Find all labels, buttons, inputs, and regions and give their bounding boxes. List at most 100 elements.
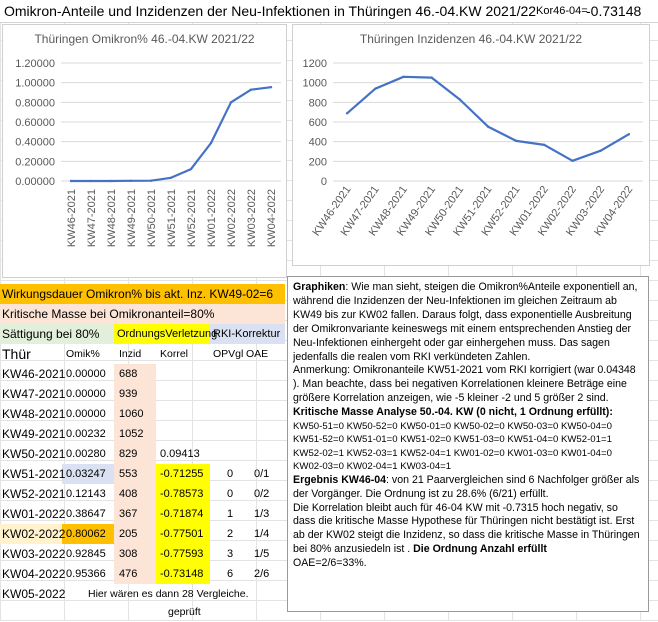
x-tick-label: KW47-2021 <box>86 189 98 247</box>
x-tick-label: KW50-2021 <box>146 189 158 247</box>
cell-opvgl: 0 <box>227 468 234 480</box>
cell-kw: KW50-2021 <box>2 447 66 461</box>
y-tick-label: 1.20000 <box>15 58 55 70</box>
inzidenz-chart[interactable]: Thüringen Inzidenzen 46.-04.KW 2021/22 0 2… <box>292 24 650 266</box>
chart-title: Thüringen Omikron% 46.-04.KW 2021/22 <box>34 32 254 46</box>
cell-omik: 0.80062 <box>66 528 106 540</box>
cell-kw: KW51-2021 <box>2 467 66 481</box>
y-tick-label: 0.20000 <box>15 156 55 168</box>
table-header: Thür Omik% Inzid Korrel OPVgl OAE <box>0 344 285 364</box>
data-point <box>189 167 193 171</box>
y-tick-label: 200 <box>309 156 327 168</box>
omikron-chart-svg: Thüringen Omikron% 46.-04.KW 2021/22 0.00… <box>15 32 281 247</box>
cell-oae: 1/5 <box>254 548 270 560</box>
y-tick-label: 0.40000 <box>15 137 55 149</box>
x-tick-label: KW52-2021 <box>186 189 198 247</box>
data-point <box>402 75 405 78</box>
cell-opvgl: 6 <box>227 568 234 580</box>
data-point <box>543 143 546 147</box>
notes-graphiken: Graphiken: Wie man sieht, steigen die Om… <box>293 281 638 363</box>
cell-korrel: -0.77593 <box>160 548 204 560</box>
data-point <box>109 179 113 183</box>
correlation-label: Kor46-04= <box>536 5 588 17</box>
notes-korrelation: Die Korrelation bleibt auch für 46-04 KW… <box>293 501 640 556</box>
x-tick-label: KW02-2022 <box>226 189 238 247</box>
page-title: Omikron-Anteile und Inzidenzen der Neu-I… <box>4 3 537 19</box>
y-tick-label: 1000 <box>303 78 327 90</box>
ordnungsverletzung-text: OrdnungsVerletzung <box>117 328 218 340</box>
cell-kw: KW02-2022 <box>2 527 66 541</box>
data-point <box>229 101 233 104</box>
cell-inzid: 829 <box>119 448 138 460</box>
notes-anmerkung: Anmerkung: Omikronanteile KW51-2021 vom … <box>293 364 636 405</box>
cell-kw: KW46-2021 <box>2 367 66 381</box>
notes-analyse-title: Kritische Masse Analyse 50.-04. KW (0 ni… <box>293 406 613 419</box>
info-row-wirkungsdauer: Wirkungsdauer Omikron% bis akt. Inz. KW4… <box>0 284 285 304</box>
cell-korrel: -0.71255 <box>160 468 204 480</box>
info-row-kritische-masse: Kritische Masse bei Omikronanteil=80% <box>0 304 285 324</box>
cell-omik: 0.00000 <box>66 368 106 380</box>
info-row-saettigung: Sättigung bei 80% OrdnungsVerletzung RKI… <box>0 324 285 344</box>
cell-inzid: 1060 <box>119 408 144 420</box>
cell-oae: 0/2 <box>254 488 270 500</box>
y-tick-label: 0.00000 <box>15 176 55 188</box>
cell-omik: 0.00000 <box>66 388 106 400</box>
cell-kw: KW49-2021 <box>2 427 66 441</box>
y-tick-label: 0.60000 <box>15 117 55 129</box>
omikron-chart[interactable]: Thüringen Omikron% 46.-04.KW 2021/22 0.00… <box>2 24 287 278</box>
cell-omik: 0.00280 <box>66 448 106 460</box>
cell-omik: 0.12143 <box>66 488 106 500</box>
table-row: KW50-2021 0.00280 829 0.09413 <box>0 444 285 464</box>
cell-opvgl: 1 <box>227 508 234 520</box>
header-inzid: Inzid <box>119 348 142 360</box>
data-point <box>129 179 133 182</box>
cell-korrel: 0.09413 <box>160 448 200 460</box>
series-line <box>71 86 272 183</box>
cell-inzid: 308 <box>119 548 138 560</box>
y-tick-label: 0 <box>321 176 327 188</box>
table-row: KW01-2022 0.38647 367 -0.71874 1 1/3 <box>0 504 285 524</box>
x-tick-label: KW04-2022 <box>266 189 278 247</box>
table-row: KW52-2021 0.12143 408 -0.78573 0 0/2 <box>0 484 285 504</box>
cell-inzid: 1052 <box>119 428 144 440</box>
cell-opvgl: 2 <box>227 528 234 540</box>
rki-korrektur-text: RKI-Korrektur <box>213 328 281 340</box>
header-oae: OAE <box>246 348 269 360</box>
kw05-note: Hier wären es dann 28 Vergleiche. <box>88 588 249 600</box>
cell-oae: 1/3 <box>254 508 270 520</box>
notes-textbox[interactable]: Graphiken: Wie man sieht, steigen die Om… <box>287 276 649 612</box>
cell-inzid: 553 <box>119 468 138 480</box>
data-point <box>169 176 173 180</box>
cell-kw: KW04-2022 <box>2 567 66 581</box>
cell-kw: KW52-2021 <box>2 487 66 501</box>
cell-kw: KW03-2022 <box>2 547 66 561</box>
title-bar: Omikron-Anteile und Inzidenzen der Neu-I… <box>0 0 658 23</box>
cell-inzid: 408 <box>119 488 138 500</box>
cell-korrel: -0.71874 <box>160 508 204 520</box>
x-tick-label: KW48-2021 <box>106 189 118 247</box>
data-point <box>458 98 462 101</box>
notes-pair-comparisons: KW50-51=0 KW50-52=0 KW50-01=0 KW50-02=0 … <box>293 421 612 473</box>
y-tick-label: 800 <box>309 97 327 109</box>
table-row: KW48-2021 0.00000 1060 <box>0 404 285 424</box>
cell-inzid: 939 <box>119 388 138 400</box>
cell-korrel: -0.73148 <box>160 568 204 580</box>
chart-title: Thüringen Inzidenzen 46.-04.KW 2021/22 <box>360 32 582 46</box>
table-row: KW04-2022 0.95366 476 -0.73148 6 2/6 <box>0 564 285 584</box>
data-point <box>249 88 253 91</box>
y-tick-label: 1.00000 <box>15 78 55 90</box>
series-line <box>346 75 630 162</box>
data-point <box>345 112 349 115</box>
saettigung-text: Sättigung bei 80% <box>2 327 100 341</box>
cell-inzid: 205 <box>119 528 138 540</box>
kritische-masse-text: Kritische Masse bei Omikronanteil=80% <box>2 307 215 321</box>
data-point <box>514 139 518 143</box>
data-point <box>486 125 490 128</box>
data-point <box>627 132 631 136</box>
kw05-label: KW05-2022 <box>2 587 66 601</box>
header-korrel: Korrel <box>160 348 189 360</box>
cell-omik: 0.38647 <box>66 508 106 520</box>
cell-inzid: 367 <box>119 508 138 520</box>
data-point <box>209 141 213 145</box>
cell-omik: 0.00000 <box>66 408 106 420</box>
